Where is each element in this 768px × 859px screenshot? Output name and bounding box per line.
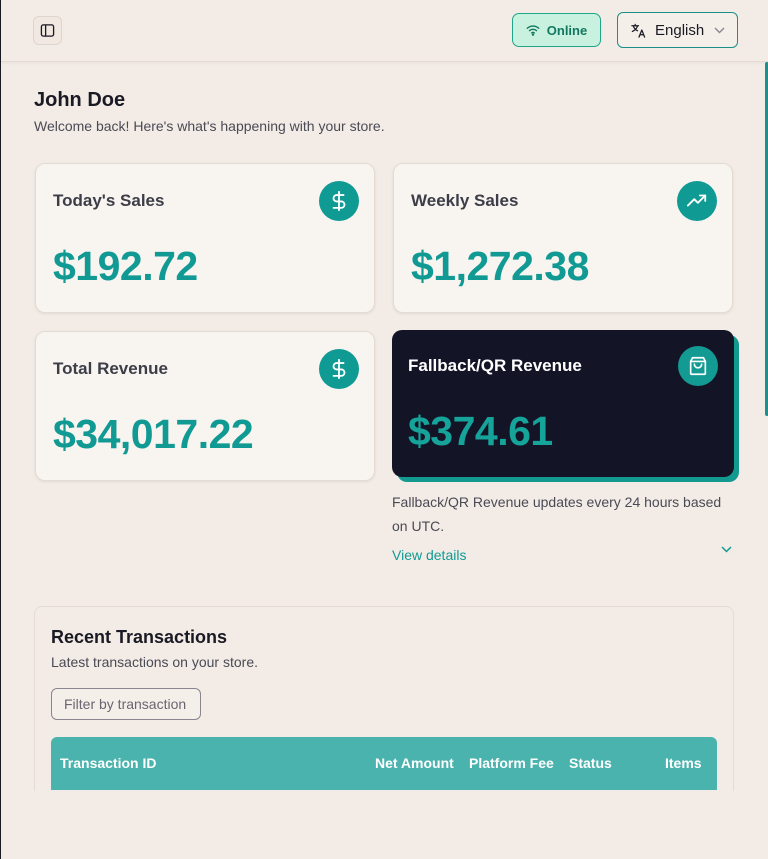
weekly-sales-card: Weekly Sales $1,272.38 [393,163,733,313]
total-revenue-value: $34,017.22 [53,411,254,457]
recent-transactions-title: Recent Transactions [51,627,228,647]
total-revenue-card: Total Revenue $34,017.22 [35,331,375,481]
fallback-revenue-note: Fallback/QR Revenue updates every 24 hou… [392,494,722,534]
online-label: Online [546,22,588,38]
column-header-net-amount[interactable]: Net Amount [375,755,454,771]
chevron-down-icon [714,27,725,34]
page-title: John Doe [34,89,126,111]
translate-icon [631,23,646,38]
view-details-link[interactable]: View details [392,547,466,563]
todays-sales-value: $192.72 [53,243,198,289]
wifi-icon [526,25,540,36]
language-select[interactable]: English [617,12,738,48]
weekly-sales-value: $1,272.38 [411,243,589,289]
todays-sales-card: Today's Sales $192.72 [35,163,375,313]
weekly-sales-label: Weekly Sales [411,191,519,210]
fallback-revenue-label: Fallback/QR Revenue [408,356,582,375]
column-header-items[interactable]: Items [665,755,702,771]
dollar-icon [319,349,359,389]
sidebar-toggle-button[interactable] [33,16,62,45]
column-header-transaction-id[interactable]: Transaction ID [60,755,156,771]
chevron-down-icon[interactable] [721,546,732,553]
top-bar: Online English [1,0,768,62]
online-status-badge: Online [512,13,601,47]
sidebar-panel-icon [40,24,55,37]
total-revenue-label: Total Revenue [53,359,168,378]
page-subtitle: Welcome back! Here's what's happening wi… [34,118,385,134]
language-value: English [655,21,705,39]
transaction-filter-input[interactable] [51,688,201,720]
fallback-revenue-value: $374.61 [408,408,553,454]
fallback-revenue-card: Fallback/QR Revenue $374.61 [392,330,734,477]
todays-sales-label: Today's Sales [53,191,165,210]
recent-transactions-subtitle: Latest transactions on your store. [51,654,258,670]
trending-up-icon [677,181,717,221]
page-footer-area [2,791,768,859]
transactions-table-header: Transaction ID Net Amount Platform Fee S… [51,737,717,790]
column-header-status[interactable]: Status [569,755,612,771]
shopping-bag-icon [678,346,718,386]
dollar-icon [319,181,359,221]
column-header-platform-fee[interactable]: Platform Fee [469,755,554,771]
